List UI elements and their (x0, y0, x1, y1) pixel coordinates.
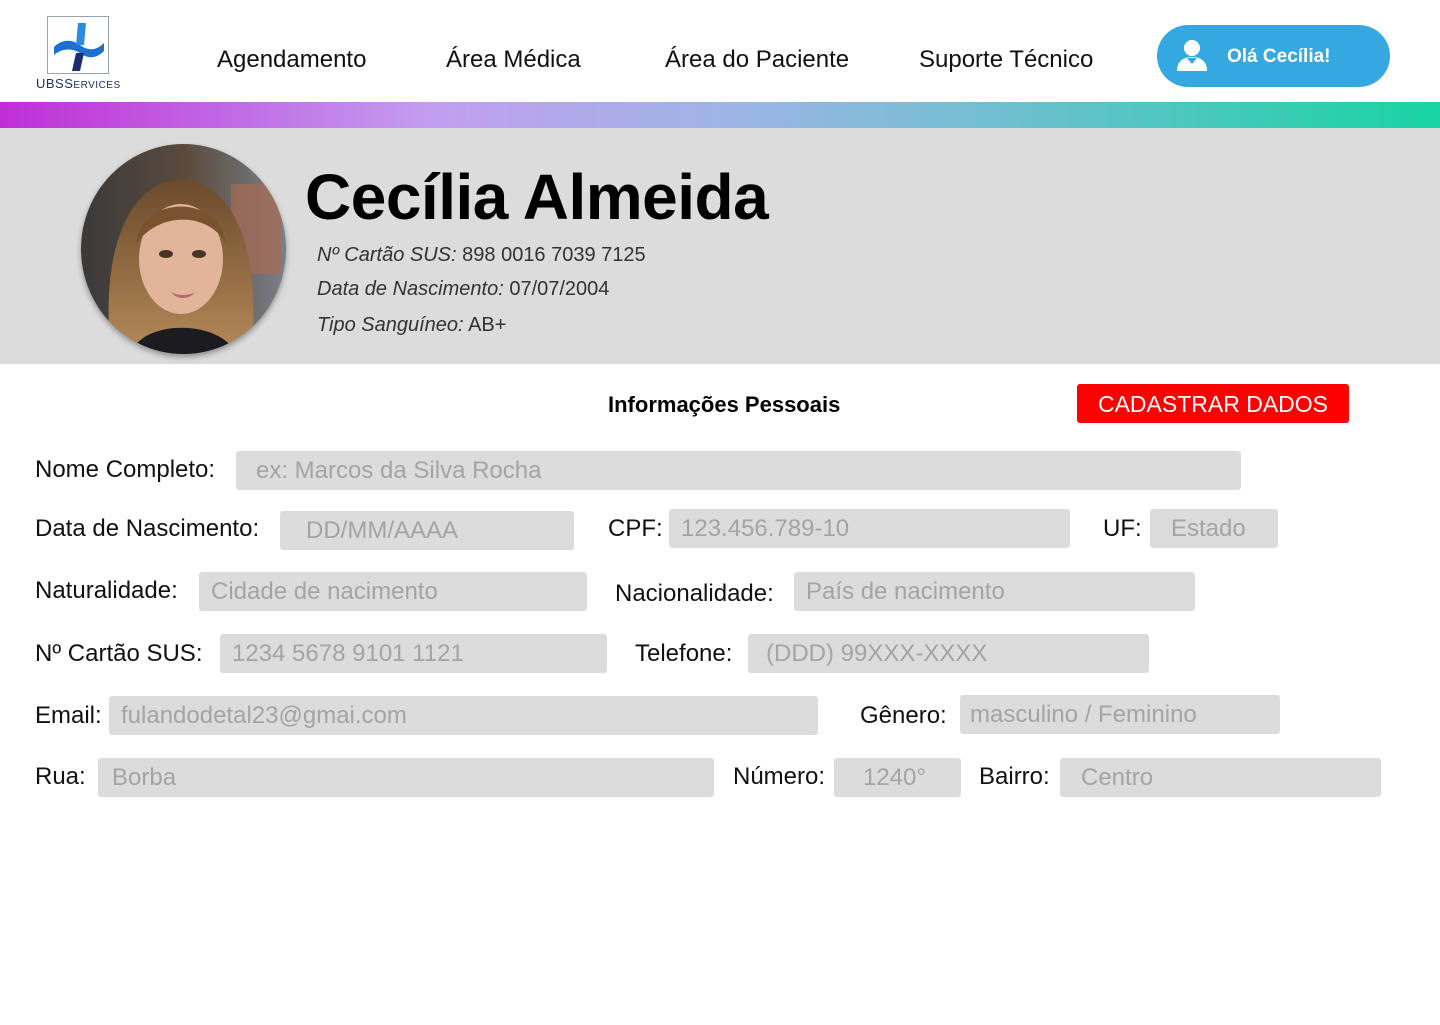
uf-input[interactable] (1150, 509, 1278, 548)
email-label: Email: (35, 702, 102, 729)
logo-text: UBSSERVICES (36, 76, 121, 91)
ubservices-logo[interactable]: UBSSERVICES (36, 14, 122, 94)
gradient-divider (0, 102, 1440, 128)
naturalidade-label: Naturalidade: (35, 577, 178, 604)
profile-banner: Cecília Almeida Nº Cartão SUS: 898 0016 … (0, 128, 1440, 364)
profile-sus-line: Nº Cartão SUS: 898 0016 7039 7125 (317, 244, 646, 267)
profile-name: Cecília Almeida (305, 161, 769, 233)
nascimento-input[interactable] (280, 511, 574, 550)
telefone-input[interactable] (748, 634, 1149, 673)
profile-birth-line: Data de Nascimento: 07/07/2004 (317, 278, 609, 301)
user-greeting-button[interactable]: Olá Cecília! (1157, 25, 1390, 87)
bairro-input[interactable] (1060, 758, 1381, 797)
profile-blood-line: Tipo Sanguíneo: AB+ (317, 314, 506, 337)
uf-label: UF: (1103, 515, 1142, 542)
profile-birth-value: 07/07/2004 (509, 278, 610, 300)
top-navigation-bar: UBSSERVICES Agendamento Área Médica Área… (0, 0, 1440, 102)
register-data-button[interactable]: CADASTRAR DADOS (1077, 384, 1349, 423)
rua-input[interactable] (98, 758, 714, 797)
nacionalidade-label: Nacionalidade: (615, 580, 774, 607)
cpf-input[interactable] (669, 509, 1070, 548)
user-icon (1175, 38, 1209, 72)
sus-input[interactable] (220, 634, 607, 673)
nacionalidade-input[interactable] (794, 572, 1195, 611)
section-title: Informações Pessoais (608, 392, 841, 417)
genero-input[interactable] (960, 695, 1280, 734)
profile-blood-label: Tipo Sanguíneo: (317, 314, 464, 336)
bairro-label: Bairro: (979, 763, 1050, 790)
sus-label: Nº Cartão SUS: (35, 640, 203, 667)
email-input[interactable] (109, 696, 818, 735)
nascimento-label: Data de Nascimento: (35, 515, 260, 542)
nav-agendamento[interactable]: Agendamento (217, 46, 366, 74)
profile-sus-label: Nº Cartão SUS: (317, 244, 457, 266)
rua-label: Rua: (35, 763, 86, 790)
naturalidade-input[interactable] (199, 572, 587, 611)
profile-blood-value: AB+ (468, 314, 507, 336)
avatar (81, 144, 286, 354)
profile-sus-value: 898 0016 7039 7125 (462, 244, 646, 266)
greeting-text: Olá Cecília! (1227, 46, 1331, 67)
genero-label: Gênero: (860, 702, 947, 729)
telefone-label: Telefone: (635, 640, 733, 667)
nav-suporte-tecnico[interactable]: Suporte Técnico (919, 46, 1093, 74)
nav-area-medica[interactable]: Área Médica (446, 46, 581, 74)
nome-input[interactable] (236, 451, 1241, 490)
cpf-label: CPF: (608, 515, 663, 542)
profile-birth-label: Data de Nascimento: (317, 278, 504, 300)
numero-input[interactable] (834, 758, 961, 797)
nav-area-paciente[interactable]: Área do Paciente (665, 46, 849, 74)
numero-label: Número: (733, 763, 826, 790)
medical-cross-icon (47, 16, 109, 74)
nome-label: Nome Completo: (35, 456, 216, 483)
